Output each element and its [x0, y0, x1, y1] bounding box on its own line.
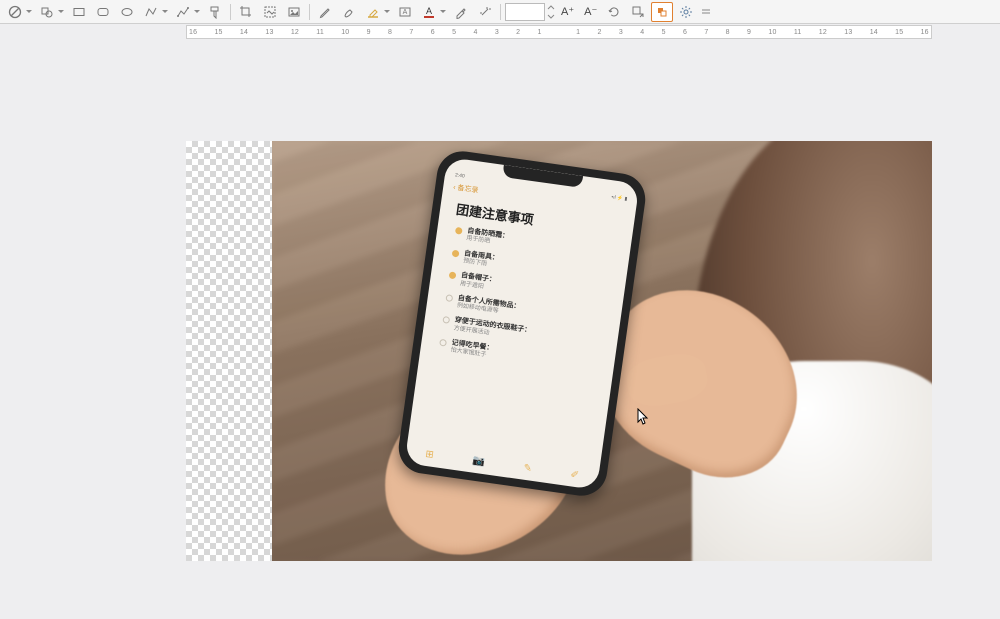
phone-screen: 2:40 •ıl ⚡ ▮ ‹ 备忘录 团建注意事项 自备防晒霜：用于防晒自备雨具… [404, 157, 639, 490]
arrange-tool[interactable] [651, 2, 673, 22]
ruler-mark: 11 [794, 29, 802, 36]
rounded-rectangle-tool[interactable] [92, 2, 114, 22]
note-item-text: 记得吃早餐：怕大家饿肚子 [450, 339, 494, 360]
ruler-mark: 11 [316, 29, 324, 36]
pencil-tool[interactable] [314, 2, 336, 22]
polyline-dropdown[interactable] [140, 2, 162, 22]
toolbar-separator [500, 4, 501, 20]
toolbar-separator [230, 4, 231, 20]
ruler-mark: 13 [265, 29, 273, 36]
ruler-mark: 13 [844, 29, 852, 36]
eyedropper-tool[interactable] [450, 2, 472, 22]
horizontal-ruler: 1615141312111098765432112345678910111213… [186, 25, 932, 39]
phone-toolbar-icon: ⊞ [425, 449, 435, 461]
ruler-mark: 8 [388, 29, 392, 36]
bullet-done-icon [455, 227, 463, 235]
ruler-mark: 7 [704, 29, 708, 36]
ruler-mark: 3 [495, 29, 499, 36]
note-item-text: 自备个人所需物品：例如移动电源等 [456, 295, 521, 319]
brush-tool[interactable] [338, 2, 360, 22]
phone-signal: •ıl ⚡ ▮ [611, 194, 628, 202]
ruler-mark: 5 [452, 29, 456, 36]
bullet-done-icon [449, 272, 457, 280]
inserted-image[interactable]: 2:40 •ıl ⚡ ▮ ‹ 备忘录 团建注意事项 自备防晒霜：用于防晒自备雨具… [186, 141, 932, 561]
ruler-mark: 1 [576, 29, 580, 36]
ruler-mark: 8 [726, 29, 730, 36]
font-size-input[interactable] [505, 3, 545, 21]
bullet-empty-icon [445, 294, 453, 302]
bullet-empty-icon [439, 339, 447, 347]
ruler-mark: 14 [870, 29, 878, 36]
text-box-tool[interactable]: A [394, 2, 416, 22]
ruler-mark: 12 [291, 29, 299, 36]
increase-font-button[interactable]: A⁺ [557, 2, 578, 22]
ruler-mark: 16 [921, 29, 929, 36]
ruler-mark: 6 [683, 29, 687, 36]
rotate-tool[interactable] [603, 2, 625, 22]
ruler-mark: 1 [538, 29, 542, 36]
highlighter-dropdown[interactable] [362, 2, 384, 22]
format-paint-icon[interactable] [204, 2, 226, 22]
note-item-text: 穿便于运动的衣服鞋子：方便开展活动 [453, 317, 531, 343]
svg-text:A: A [403, 9, 408, 16]
bullet-empty-icon [442, 316, 450, 324]
insert-image-tool[interactable] [627, 2, 649, 22]
ruler-mark: 3 [619, 29, 623, 36]
phone-toolbar-icon: ✐ [570, 469, 580, 481]
transparent-area [186, 141, 272, 561]
ruler-mark: 15 [895, 29, 903, 36]
ruler-mark: 10 [341, 29, 349, 36]
overflow-menu[interactable] [699, 2, 713, 22]
toolbar-separator [309, 4, 310, 20]
photo-content: 2:40 •ıl ⚡ ▮ ‹ 备忘录 团建注意事项 自备防晒霜：用于防晒自备雨具… [272, 141, 932, 561]
ruler-mark: 6 [431, 29, 435, 36]
ruler-mark: 9 [747, 29, 751, 36]
ruler-mark: 15 [214, 29, 222, 36]
ruler-mark: 2 [516, 29, 520, 36]
note-item-text: 自备雨具：预防下雨 [463, 250, 500, 270]
font-size-spinner[interactable] [547, 3, 555, 21]
phone-time: 2:40 [455, 172, 465, 179]
phone-mockup: 2:40 •ıl ⚡ ▮ ‹ 备忘录 团建注意事项 自备防晒霜：用于防晒自备雨具… [395, 148, 648, 499]
settings-gear-icon[interactable] [675, 2, 697, 22]
ruler-mark: 9 [367, 29, 371, 36]
rectangle-tool[interactable] [68, 2, 90, 22]
ruler-mark: 16 [189, 29, 197, 36]
ruler-row: 1615141312111098765432112345678910111213… [0, 24, 1000, 40]
ruler-mark: 7 [409, 29, 413, 36]
decrease-font-button[interactable]: A⁻ [580, 2, 601, 22]
ruler-mark: 2 [598, 29, 602, 36]
note-item-text: 自备帽子：用于遮阳 [459, 272, 496, 292]
ruler-mark: 4 [473, 29, 477, 36]
remove-background-tool[interactable] [259, 2, 281, 22]
ruler-mark: 5 [662, 29, 666, 36]
svg-text:A: A [426, 6, 432, 16]
phone-toolbar-icon: ✎ [523, 463, 533, 475]
ellipse-tool[interactable] [116, 2, 138, 22]
shapes-dropdown[interactable] [36, 2, 58, 22]
magic-wand-tool[interactable] [474, 2, 496, 22]
font-color-dropdown[interactable]: A [418, 2, 440, 22]
phone-toolbar-icon: 📷 [472, 455, 486, 468]
ruler-mark: 12 [819, 29, 827, 36]
picture-tool[interactable] [283, 2, 305, 22]
crop-tool[interactable] [235, 2, 257, 22]
chart-dropdown[interactable] [172, 2, 194, 22]
document-canvas[interactable]: 2:40 •ıl ⚡ ▮ ‹ 备忘录 团建注意事项 自备防晒霜：用于防晒自备雨具… [0, 40, 1000, 619]
note-item-text: 自备防晒霜：用于防晒 [466, 228, 510, 249]
bullet-done-icon [452, 249, 460, 257]
ruler-mark: 4 [640, 29, 644, 36]
no-entry-dropdown[interactable] [4, 2, 26, 22]
ruler-mark: 14 [240, 29, 248, 36]
toolbar: A A A⁺ A⁻ [0, 0, 1000, 24]
ruler-mark: 10 [768, 29, 776, 36]
